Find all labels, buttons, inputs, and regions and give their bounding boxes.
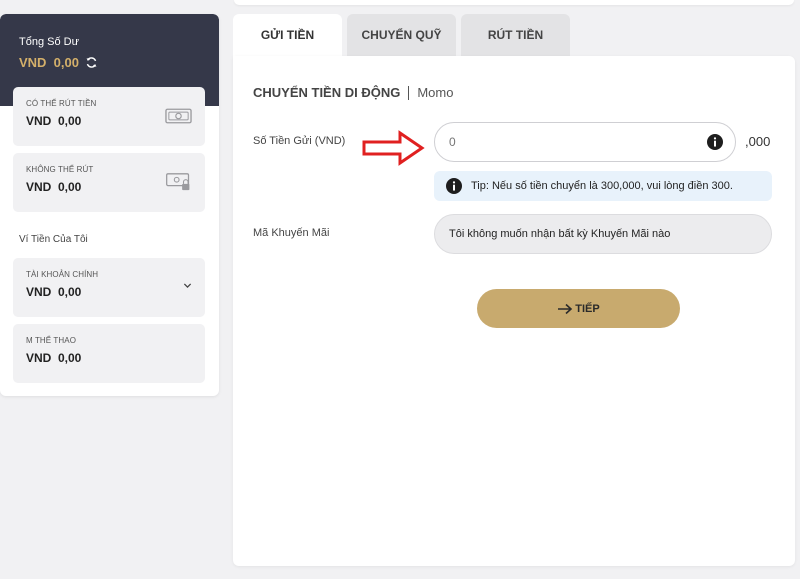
tip-banner: Tip: Nếu số tiền chuyển là 300,000, vui … xyxy=(434,171,772,201)
promo-code-select[interactable]: Tôi không muốn nhận bất kỳ Khuyến Mãi nà… xyxy=(434,214,772,254)
main-account-label: TÀI KHOẢN CHÍNH xyxy=(26,270,99,279)
withdrawable-card: CÓ THỂ RÚT TIỀN VND 0,00 xyxy=(13,87,205,146)
tip-text: Tip: Nếu số tiền chuyển là 300,000, vui … xyxy=(471,180,733,192)
next-button[interactable]: TIẾP xyxy=(477,289,680,328)
payment-channel-title: CHUYỂN TIỀN DI ĐỘNG xyxy=(253,85,401,100)
deposit-panel: CHUYỂN TIỀN DI ĐỘNG Momo Số Tiền Gửi (VN… xyxy=(233,56,795,566)
title-divider xyxy=(408,85,410,100)
arrow-right-icon xyxy=(558,303,573,314)
tip-info-icon xyxy=(446,178,462,194)
locked-cash-icon xyxy=(166,173,190,191)
main-account-amount: VND 0,00 xyxy=(26,285,82,299)
info-icon[interactable] xyxy=(707,134,723,150)
payment-method-name: Momo xyxy=(417,85,454,100)
amount-suffix: ,000 xyxy=(745,134,771,149)
tab-deposit[interactable]: GỬI TIỀN xyxy=(233,14,342,56)
panel-title: CHUYỂN TIỀN DI ĐỘNG Momo xyxy=(253,85,453,100)
refresh-icon[interactable] xyxy=(85,56,98,69)
total-balance-row: VND 0,00 xyxy=(19,55,200,70)
promo-selected-value: Tôi không muốn nhận bất kỳ Khuyến Mãi nà… xyxy=(449,228,671,240)
non-withdrawable-card: KHÔNG THỂ RÚT VND 0,00 xyxy=(13,153,205,212)
deposit-amount-label: Số Tiền Gửi (VND) xyxy=(253,135,346,147)
top-strip xyxy=(234,0,794,5)
my-wallets-title: Ví Tiền Của Tôi xyxy=(19,234,88,245)
main-account-card[interactable]: TÀI KHOẢN CHÍNH VND 0,00 xyxy=(13,258,205,317)
deposit-amount-input[interactable] xyxy=(434,122,736,162)
cash-icon xyxy=(165,108,192,124)
promo-code-label: Mã Khuyến Mãi xyxy=(253,227,330,239)
tab-transfer[interactable]: CHUYỂN QUỸ xyxy=(347,14,456,56)
balance-sidebar: Tổng Số Dư VND 0,00 CÓ THỂ RÚT TIỀN VND … xyxy=(0,14,219,396)
sports-wallet-amount: VND 0,00 xyxy=(26,351,82,365)
sports-wallet-label: M THỂ THAO xyxy=(26,336,77,345)
total-balance-label: Tổng Số Dư xyxy=(19,36,79,48)
total-balance-amount: VND 0,00 xyxy=(19,55,79,70)
next-button-label: TIẾP xyxy=(575,302,600,315)
red-annotation-arrow-icon xyxy=(362,130,425,166)
tab-withdraw[interactable]: RÚT TIỀN xyxy=(461,14,570,56)
sports-wallet-card: M THỂ THAO VND 0,00 xyxy=(13,324,205,383)
chevron-down-icon[interactable] xyxy=(183,281,192,290)
